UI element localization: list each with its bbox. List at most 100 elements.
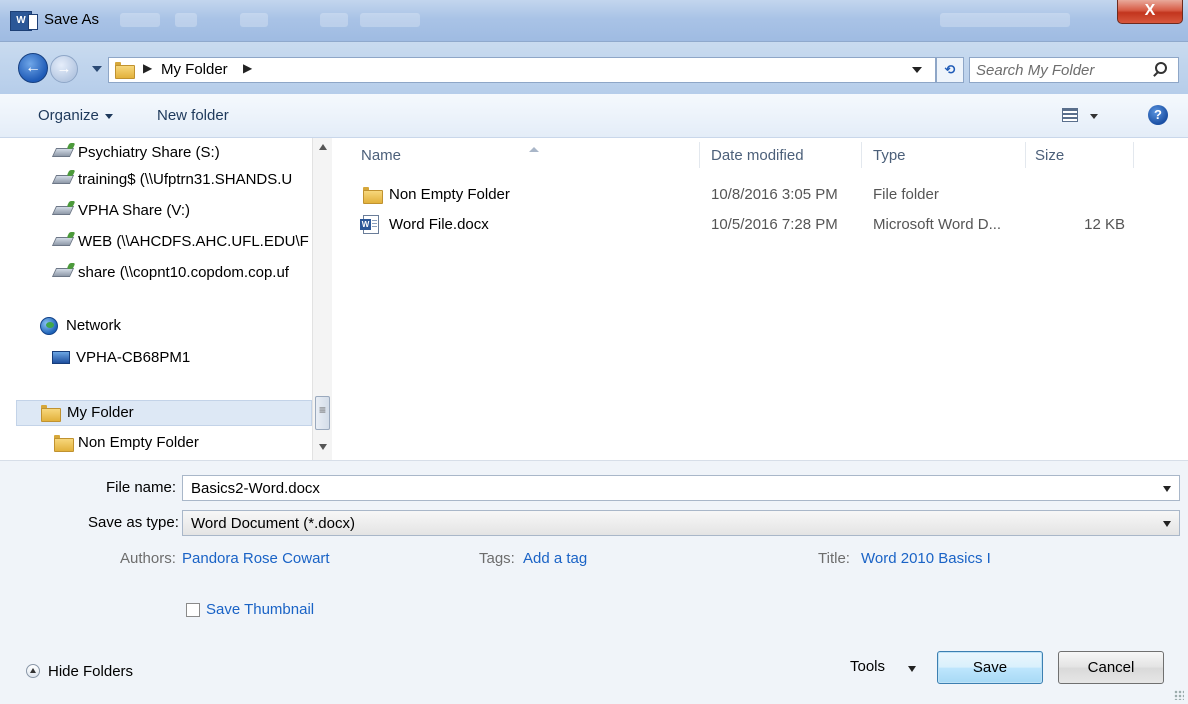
change-view-icon[interactable] (1062, 108, 1078, 122)
nav-item-label: My Folder (67, 404, 134, 421)
file-name: Non Empty Folder (389, 186, 510, 203)
file-name-value: Basics2-Word.docx (191, 480, 320, 497)
scroll-up-icon[interactable] (319, 144, 327, 150)
command-bar: Organize New folder ? (0, 94, 1188, 138)
nav-item-label: WEB (\\AHCDFS.AHC.UFL.EDU\F (78, 233, 309, 250)
title-bar[interactable]: W Save As X (0, 0, 1188, 42)
folder-icon (363, 187, 383, 204)
file-date: 10/5/2016 7:28 PM (711, 216, 838, 233)
column-header-label: Name (361, 147, 402, 164)
nav-item-label: Psychiatry Share (S:) (78, 144, 220, 161)
chevron-down-icon (104, 113, 113, 119)
save-type-label: Save as type: (88, 514, 179, 531)
authors-label: Authors: (120, 550, 176, 567)
back-button[interactable]: ← (18, 53, 48, 83)
save-type-value: Word Document (*.docx) (191, 515, 355, 532)
ghost-toolbar-item (175, 13, 197, 27)
save-button[interactable]: Save (937, 651, 1043, 684)
file-name-label: File name: (106, 479, 177, 496)
title-label: Title: (818, 550, 850, 567)
chevron-up-icon (26, 664, 40, 678)
column-header-type[interactable]: Type (861, 138, 1025, 172)
organize-button[interactable]: Organize (38, 107, 113, 124)
sort-ascending-icon (529, 147, 539, 152)
nav-item-label: training$ (\\Ufptrn31.SHANDS.U (78, 171, 293, 188)
breadcrumb-my-folder[interactable]: My Folder (161, 61, 228, 78)
address-row: ← → ▶ My Folder ▶ ⟲ (0, 42, 1188, 94)
search-icon[interactable] (1155, 62, 1167, 74)
forward-button[interactable]: → (50, 55, 78, 83)
save-thumbnail-checkbox[interactable] (186, 603, 200, 617)
word-app-icon: W (10, 11, 38, 31)
scrollbar-thumb[interactable] (315, 396, 330, 430)
file-size: 12 KB (1084, 216, 1125, 233)
address-bar[interactable]: ▶ My Folder ▶ (108, 57, 936, 83)
ghost-toolbar-item (360, 13, 420, 27)
search-input[interactable] (976, 61, 1146, 79)
file-date: 10/8/2016 3:05 PM (711, 186, 838, 203)
ghost-toolbar-item (940, 13, 1070, 27)
folder-icon (54, 435, 74, 452)
network-drive-icon (51, 206, 75, 215)
navigation-pane[interactable]: Psychiatry Share (S:) training$ (\\Ufptr… (0, 138, 332, 460)
network-drive-icon (51, 268, 75, 277)
chevron-down-icon[interactable] (1163, 486, 1171, 492)
resize-grip[interactable] (1174, 690, 1184, 700)
help-icon[interactable]: ? (1148, 105, 1168, 125)
folder-icon (41, 405, 61, 422)
nav-item-my-folder[interactable]: My Folder (16, 400, 312, 426)
title-field[interactable]: Word 2010 Basics I (861, 550, 991, 567)
cancel-button[interactable]: Cancel (1058, 651, 1164, 684)
column-header-label: Size (1035, 147, 1065, 164)
address-dropdown-icon[interactable] (912, 67, 922, 73)
ghost-toolbar-item (240, 13, 268, 27)
file-list[interactable]: Name Date modified Type Size Non Empty F… (333, 138, 1188, 460)
refresh-button[interactable]: ⟲ (936, 57, 964, 83)
nav-item-label: Network (66, 317, 122, 334)
network-drive-icon (51, 175, 75, 184)
computer-icon (52, 351, 70, 364)
nav-item-label: VPHA Share (V:) (78, 202, 190, 219)
column-header-date[interactable]: Date modified (699, 138, 861, 172)
recent-pages-dropdown-icon[interactable] (92, 66, 102, 72)
column-header-size[interactable]: Size (1025, 138, 1133, 172)
network-icon (40, 317, 58, 335)
column-divider[interactable] (1133, 142, 1134, 168)
hide-folders-label: Hide Folders (48, 663, 134, 680)
close-button[interactable]: X (1117, 0, 1183, 24)
save-options-panel: File name: Basics2-Word.docx Save as typ… (0, 460, 1188, 704)
save-type-select[interactable]: Word Document (*.docx) (182, 510, 1180, 536)
list-item[interactable]: Word File.docx 10/5/2016 7:28 PM Microso… (333, 213, 1188, 237)
file-type: File folder (873, 186, 939, 203)
tags-label: Tags: (479, 550, 515, 567)
column-header-label: Type (873, 147, 906, 164)
breadcrumb-separator-icon[interactable]: ▶ (243, 61, 252, 75)
scroll-down-icon[interactable] (319, 444, 327, 450)
view-dropdown-icon[interactable] (1090, 114, 1098, 119)
word-doc-icon (360, 215, 379, 234)
window-title: Save As (44, 11, 100, 28)
column-header-name[interactable]: Name (333, 138, 699, 172)
new-folder-button[interactable]: New folder (157, 107, 229, 124)
search-box[interactable] (969, 57, 1179, 83)
ghost-toolbar-item (120, 13, 160, 27)
authors-field[interactable]: Pandora Rose Cowart (182, 550, 330, 567)
nav-item-label: share (\\copnt10.copdom.cop.uf (78, 264, 289, 281)
ghost-toolbar-item (320, 13, 348, 27)
file-name: Word File.docx (389, 216, 489, 233)
tools-label: Tools (850, 658, 886, 675)
network-drive-icon (51, 148, 75, 157)
tools-button[interactable]: Tools (848, 653, 930, 683)
chevron-down-icon (908, 666, 916, 672)
list-item[interactable]: Non Empty Folder 10/8/2016 3:05 PM File … (333, 183, 1188, 207)
navigation-scrollbar[interactable] (312, 138, 332, 460)
breadcrumb-separator-icon[interactable]: ▶ (143, 61, 152, 75)
file-type: Microsoft Word D... (873, 216, 1002, 233)
save-thumbnail-label[interactable]: Save Thumbnail (206, 601, 314, 618)
organize-label: Organize (38, 107, 99, 124)
file-name-field[interactable]: Basics2-Word.docx (182, 475, 1180, 501)
tags-field[interactable]: Add a tag (523, 550, 587, 567)
network-drive-icon (51, 237, 75, 246)
nav-item-label: VPHA-CB68PM1 (76, 349, 191, 366)
chevron-down-icon[interactable] (1163, 521, 1171, 527)
